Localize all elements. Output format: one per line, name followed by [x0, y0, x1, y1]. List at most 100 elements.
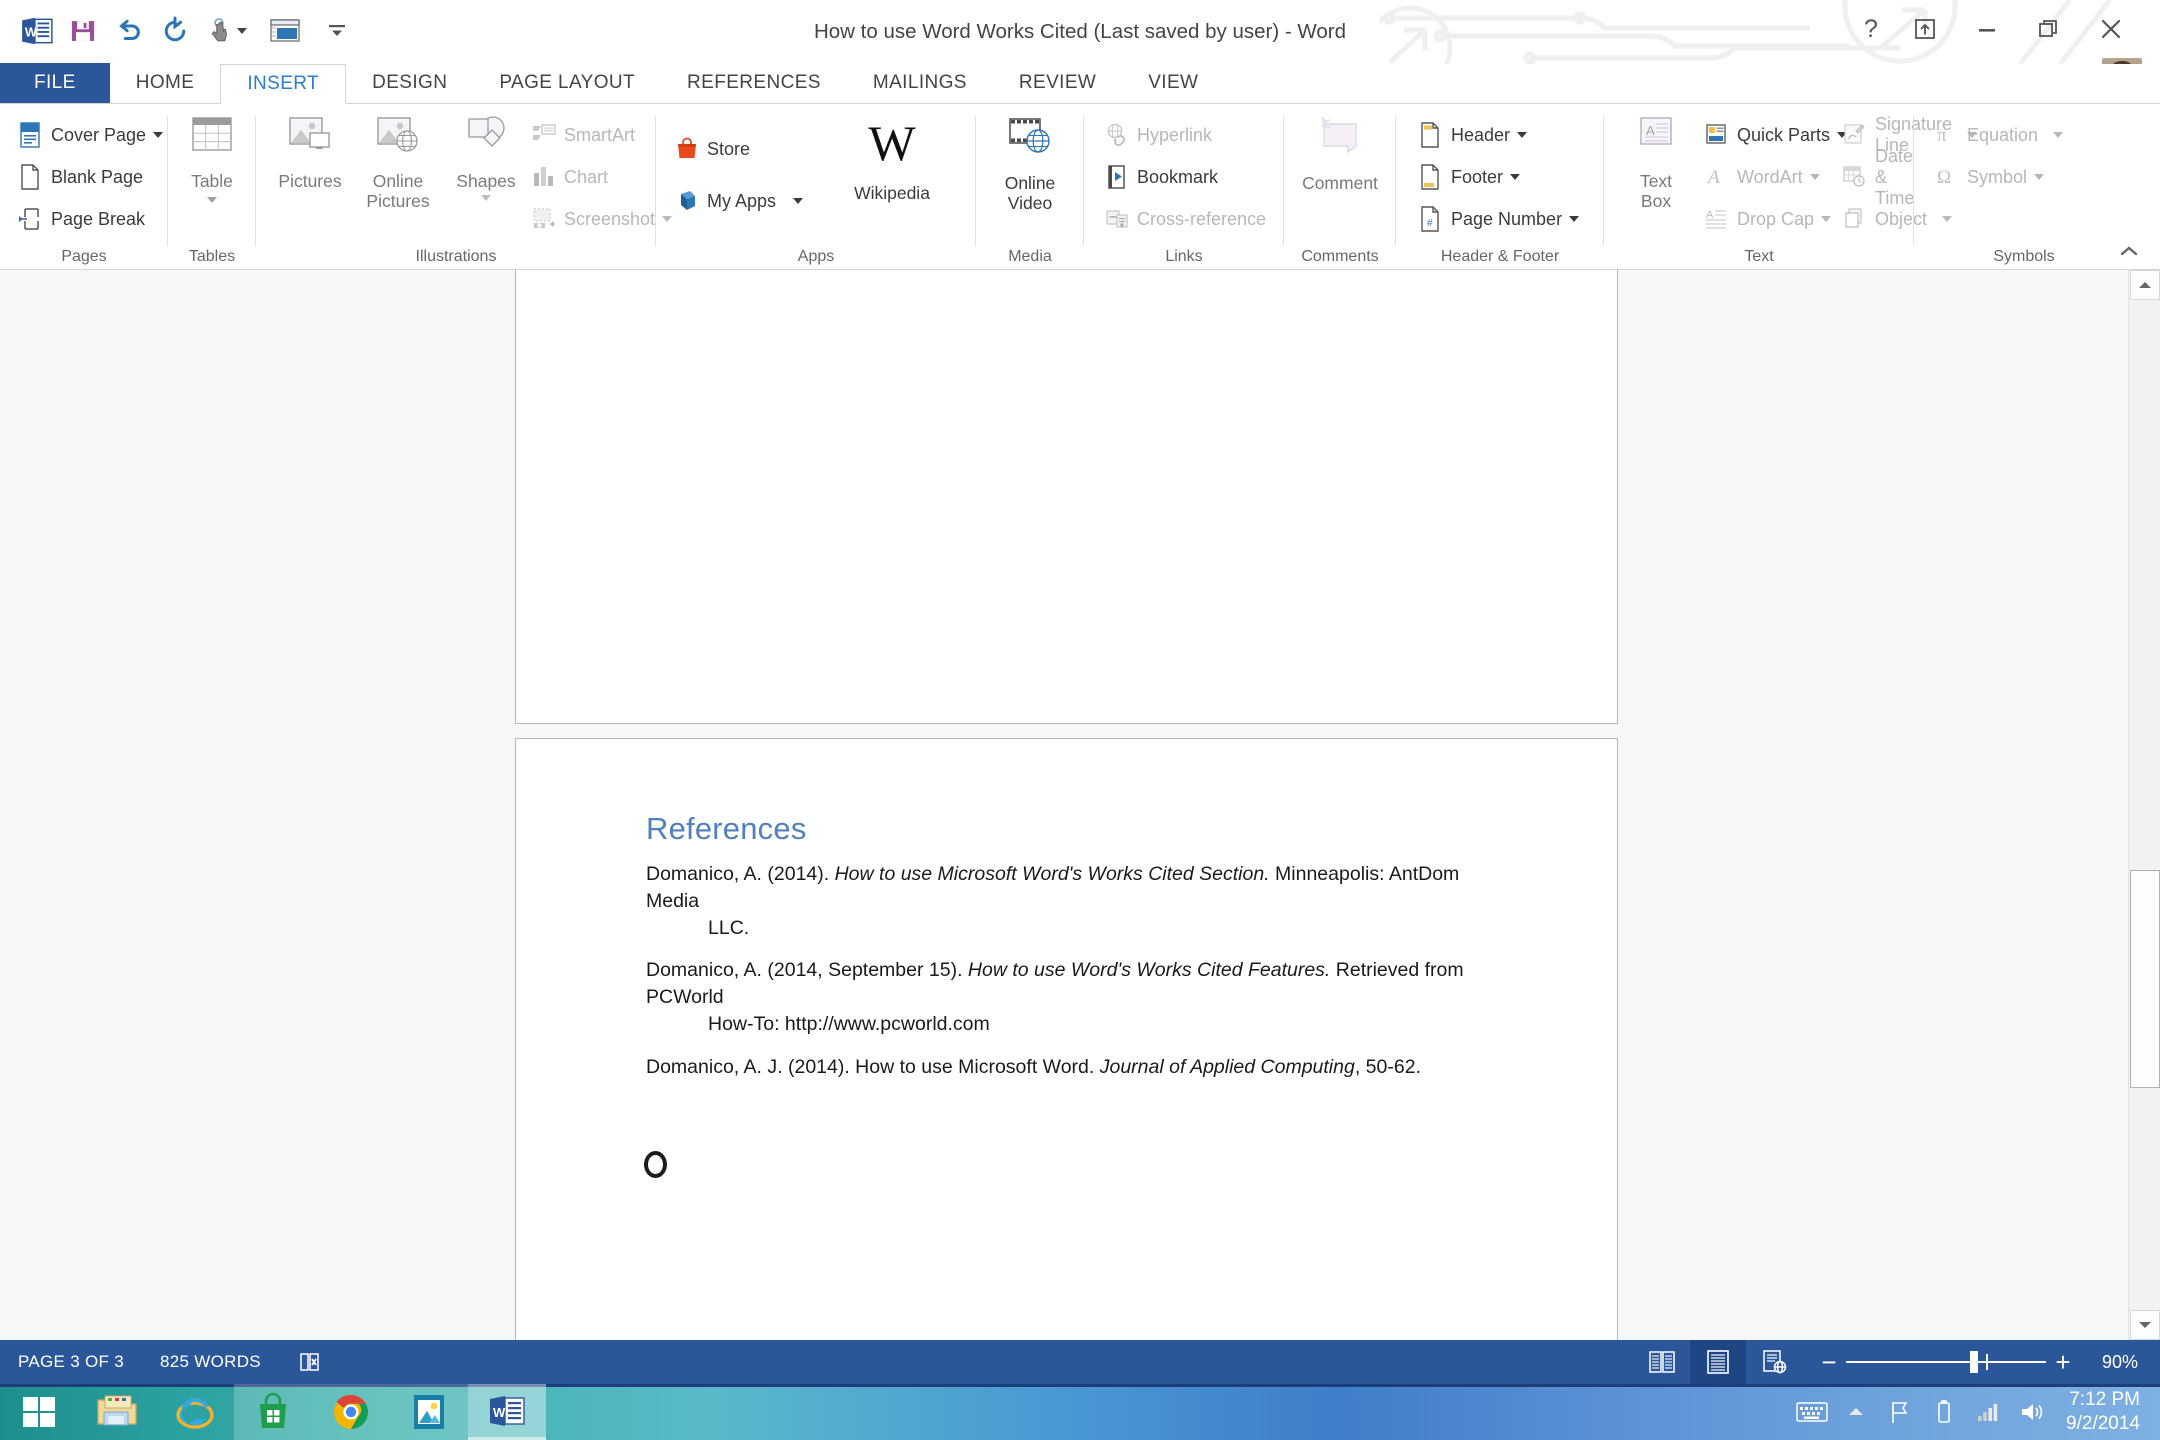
close-icon[interactable] — [2080, 8, 2142, 50]
redo-icon[interactable] — [152, 9, 198, 53]
start-button[interactable] — [0, 1384, 78, 1440]
tab-insert[interactable]: INSERT — [220, 64, 347, 104]
tab-view[interactable]: VIEW — [1122, 63, 1224, 103]
online-pictures-button[interactable]: Online Pictures — [354, 114, 442, 211]
my-apps-icon — [674, 188, 700, 214]
network-icon[interactable] — [1966, 1384, 2010, 1440]
quick-parts-button[interactable]: Quick Parts — [1704, 120, 1848, 150]
chevron-down-icon[interactable] — [481, 195, 491, 202]
zoom-slider[interactable] — [1846, 1351, 2046, 1373]
table-button[interactable]: Table — [168, 114, 256, 204]
online-video-label-l2: Video — [1007, 193, 1053, 214]
tab-review[interactable]: REVIEW — [993, 63, 1122, 103]
tab-file[interactable]: FILE — [0, 63, 110, 103]
status-page-indicator[interactable]: PAGE 3 OF 3 — [0, 1352, 142, 1372]
microsoft-word-taskbar-icon[interactable]: W — [468, 1384, 546, 1440]
google-chrome-icon[interactable] — [312, 1384, 390, 1440]
show-hidden-icons-icon[interactable] — [1834, 1384, 1878, 1440]
touch-mode-icon[interactable] — [198, 9, 256, 53]
tab-mailings[interactable]: MAILINGS — [847, 63, 993, 103]
cover-page-button[interactable]: Cover Page — [18, 120, 164, 150]
ribbon-group-label-pages: Pages — [61, 248, 107, 265]
page-break-label: Page Break — [51, 208, 146, 229]
pictures-button[interactable]: Pictures — [266, 114, 354, 191]
touch-keyboard-icon[interactable] — [1790, 1384, 1834, 1440]
file-explorer-icon[interactable] — [78, 1384, 156, 1440]
undo-icon[interactable] — [106, 9, 152, 53]
tab-design[interactable]: DESIGN — [346, 63, 473, 103]
taskbar-clock[interactable]: 7:12 PM 9/2/2014 — [2054, 1388, 2146, 1436]
windows-store-icon[interactable] — [234, 1384, 312, 1440]
wikipedia-button[interactable]: W Wikipedia — [848, 114, 936, 203]
tab-home[interactable]: HOME — [110, 63, 221, 103]
hyperlink-icon — [1104, 122, 1130, 148]
window-controls[interactable]: ? — [1848, 8, 2142, 50]
chevron-down-icon[interactable] — [1517, 132, 1528, 138]
save-icon[interactable] — [60, 9, 106, 53]
minimize-icon[interactable] — [1956, 8, 2018, 50]
store-button[interactable]: Store — [674, 134, 750, 164]
print-preview-icon[interactable] — [256, 9, 314, 53]
online-video-button[interactable]: Online Video — [986, 114, 1074, 213]
document-page-2[interactable] — [515, 270, 1618, 724]
chevron-down-icon[interactable] — [1510, 174, 1521, 180]
chevron-down-icon[interactable] — [237, 28, 247, 34]
scrollbar-thumb[interactable] — [2130, 870, 2160, 1088]
zoom-slider-thumb[interactable] — [1970, 1351, 1978, 1373]
text-box-label-l1: Text — [1639, 171, 1673, 191]
ribbon-group-illustrations: Pictures Online Pictures Shapes SmartArt — [256, 104, 673, 270]
title-bar: W How to use Word Works Cited (Last save… — [0, 0, 2160, 64]
chevron-down-icon[interactable] — [793, 198, 804, 204]
page-break-button[interactable]: Page Break — [18, 204, 145, 234]
chevron-down-icon[interactable] — [1569, 216, 1580, 222]
shapes-icon — [458, 114, 514, 165]
ribbon-display-options-icon[interactable] — [1894, 8, 1956, 50]
proofing-errors-icon[interactable] — [279, 1351, 341, 1373]
taskbar[interactable]: W 7:12 PM 9/2/2014 — [0, 1384, 2160, 1440]
battery-icon[interactable] — [1922, 1384, 1966, 1440]
customize-qat-icon[interactable] — [314, 9, 360, 53]
reference-entry-1[interactable]: Domanico, A. (2014). How to use Microsof… — [646, 861, 1486, 942]
shapes-button[interactable]: Shapes — [442, 114, 530, 202]
reference-entry-2[interactable]: Domanico, A. (2014, September 15). How t… — [646, 957, 1486, 1038]
text-box-button[interactable]: A Text Box — [1612, 114, 1700, 211]
my-apps-button[interactable]: My Apps — [674, 186, 804, 216]
symbol-label: Symbol — [1967, 166, 2028, 187]
zoom-out-button[interactable]: − — [1812, 1349, 1846, 1375]
collapse-ribbon-icon[interactable] — [2114, 239, 2144, 263]
help-icon[interactable]: ? — [1848, 8, 1894, 50]
scroll-up-icon[interactable] — [2130, 270, 2160, 300]
system-tray[interactable]: 7:12 PM 9/2/2014 — [1790, 1384, 2160, 1440]
blank-page-button[interactable]: Blank Page — [18, 162, 143, 192]
page-number-button[interactable]: # Page Number — [1418, 204, 1580, 234]
status-word-count[interactable]: 825 WORDS — [142, 1352, 279, 1372]
zoom-controls[interactable]: − + 90% — [1802, 1349, 2152, 1375]
tab-references[interactable]: REFERENCES — [661, 63, 847, 103]
document-canvas[interactable]: References Domanico, A. (2014). How to u… — [0, 270, 2160, 1340]
zoom-level-label[interactable]: 90% — [2080, 1352, 2152, 1373]
online-video-label-l1: Online — [1004, 173, 1056, 193]
view-web-layout[interactable] — [1746, 1340, 1802, 1384]
footer-button[interactable]: Footer — [1418, 162, 1521, 192]
ribbon-tabs[interactable]: FILE HOME INSERT DESIGN PAGE LAYOUT REFE… — [0, 63, 2160, 104]
internet-explorer-icon[interactable] — [156, 1384, 234, 1440]
zoom-in-button[interactable]: + — [2046, 1349, 2080, 1375]
vertical-scrollbar[interactable] — [2128, 270, 2160, 1340]
scroll-down-icon[interactable] — [2130, 1310, 2160, 1340]
click-indicator — [644, 1151, 667, 1178]
volume-icon[interactable] — [2010, 1384, 2054, 1440]
photos-icon[interactable] — [390, 1384, 468, 1440]
document-page-3[interactable]: References Domanico, A. (2014). How to u… — [515, 738, 1618, 1340]
reference-entry-3[interactable]: Domanico, A. J. (2014). How to use Micro… — [646, 1054, 1486, 1081]
restore-icon[interactable] — [2018, 8, 2080, 50]
chevron-down-icon — [2053, 132, 2064, 138]
bookmark-button[interactable]: Bookmark — [1104, 162, 1218, 192]
tab-page-layout[interactable]: PAGE LAYOUT — [473, 63, 661, 103]
chevron-down-icon[interactable] — [207, 197, 217, 204]
chevron-down-icon[interactable] — [153, 132, 164, 138]
action-center-flag-icon[interactable] — [1878, 1384, 1922, 1440]
view-print-layout[interactable] — [1690, 1340, 1746, 1384]
header-button[interactable]: Header — [1418, 120, 1528, 150]
view-read-mode[interactable] — [1634, 1340, 1690, 1384]
quick-access-toolbar[interactable]: W — [14, 6, 360, 56]
